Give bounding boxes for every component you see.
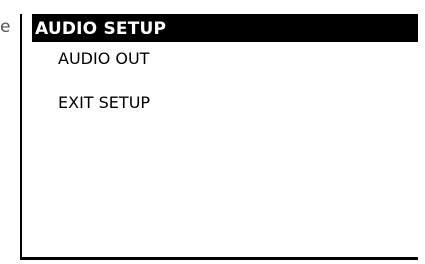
audio-setup-menu: AUDIO SETUP AUDIO OUT EXIT SETUP: [20, 14, 418, 260]
menu-item-exit-setup[interactable]: EXIT SETUP: [58, 94, 150, 112]
screen: e AUDIO SETUP AUDIO OUT EXIT SETUP: [0, 0, 425, 264]
menu-item-audio-out[interactable]: AUDIO OUT: [58, 50, 149, 68]
menu-title-bar: AUDIO SETUP: [32, 14, 418, 42]
stray-text-fragment: e: [0, 17, 11, 37]
menu-title: AUDIO SETUP: [35, 19, 167, 39]
